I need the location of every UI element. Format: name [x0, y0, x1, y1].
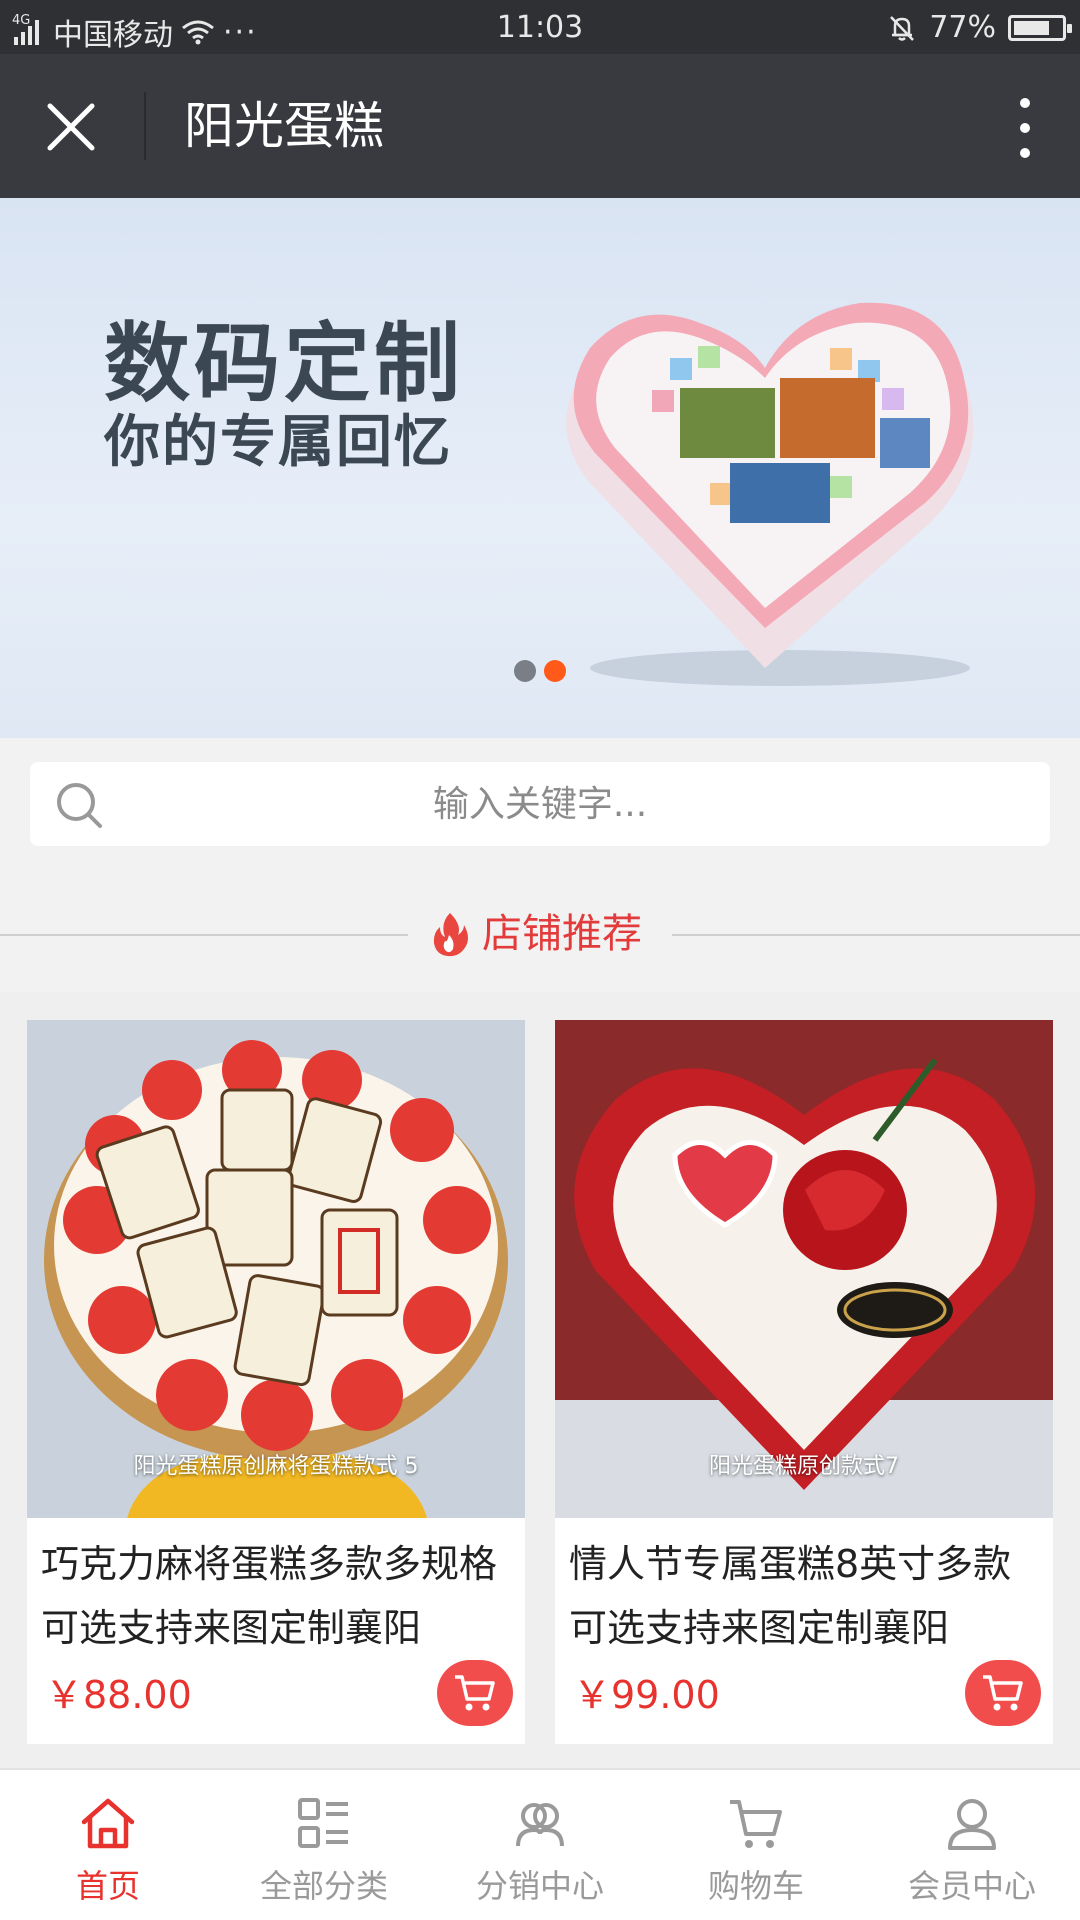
flame-icon [433, 913, 468, 957]
add-to-cart-button[interactable] [437, 1660, 513, 1726]
battery-fill [1014, 20, 1050, 35]
rose-heart-cake-photo [555, 1020, 1053, 1518]
silent-bell-icon [890, 15, 915, 41]
battery-icon [1008, 14, 1072, 41]
banner-pagination [0, 660, 1080, 682]
nav-label: 全部分类 [259, 1867, 388, 1905]
nav-item-cart[interactable]: 购物车 [648, 1770, 864, 1920]
banner-dot-active[interactable] [544, 660, 566, 682]
banner-carousel[interactable]: 数码定制 你的专属回忆 [0, 198, 1080, 738]
banner-subheadline: 你的专属回忆 [104, 410, 452, 475]
search-area [0, 738, 1080, 868]
section-divider-left [0, 934, 408, 936]
product-image[interactable]: 阳光蛋糕原创款式7 [555, 1020, 1053, 1518]
people-icon [516, 1803, 564, 1847]
image-caption: 阳光蛋糕原创款式7 [709, 1454, 899, 1479]
nav-label: 首页 [75, 1867, 140, 1905]
home-icon [81, 1798, 135, 1849]
banner-headline: 数码定制 [104, 314, 464, 414]
heart-cake-image [566, 302, 974, 686]
status-bar: 4G 中国移动 ··· 11:03 77% [0, 0, 1080, 54]
add-to-cart-button[interactable] [965, 1660, 1041, 1726]
product-grid: 阳光蛋糕原创麻将蛋糕款式 5 巧克力麻将蛋糕多款多规格可选支持来图定制襄阳 ￥8… [0, 992, 1080, 1768]
product-name[interactable]: 巧克力麻将蛋糕多款多规格可选支持来图定制襄阳 [41, 1532, 519, 1660]
cart-icon [730, 1800, 782, 1848]
title-divider [144, 92, 146, 160]
nav-label: 分销中心 [475, 1867, 604, 1905]
search-box[interactable] [30, 762, 1050, 846]
product-card[interactable]: 阳光蛋糕原创款式7 情人节专属蛋糕8英寸多款可选支持来图定制襄阳 ￥99.00 [555, 1020, 1053, 1744]
product-price: ￥88.00 [45, 1673, 192, 1717]
nav-item-home[interactable]: 首页 [0, 1770, 216, 1920]
mahjong-cake-photo [27, 1020, 525, 1518]
cart-icon [455, 1675, 495, 1711]
product-name[interactable]: 情人节专属蛋糕8英寸多款可选支持来图定制襄阳 [569, 1532, 1047, 1660]
product-price: ￥99.00 [573, 1673, 720, 1717]
section-title-group: 店铺推荐 [430, 904, 642, 964]
nav-label: 会员中心 [907, 1867, 1036, 1905]
cart-icon [983, 1675, 1023, 1711]
bottom-nav: 首页 全部分类 分销中心 购物车 会员中心 [0, 1768, 1080, 1920]
more-vertical-icon[interactable] [1010, 98, 1040, 158]
close-icon[interactable] [44, 100, 98, 154]
banner-dot[interactable] [514, 660, 536, 682]
category-list-icon [298, 1798, 348, 1848]
nav-item-distribution[interactable]: 分销中心 [432, 1770, 648, 1920]
section-divider-right [672, 934, 1080, 936]
image-caption: 阳光蛋糕原创麻将蛋糕款式 5 [133, 1454, 419, 1479]
nav-item-member[interactable]: 会员中心 [864, 1770, 1080, 1920]
section-header: 店铺推荐 [0, 868, 1080, 992]
title-bar: 阳光蛋糕 [0, 54, 1080, 198]
user-icon [948, 1799, 996, 1850]
product-image[interactable]: 阳光蛋糕原创麻将蛋糕款式 5 [27, 1020, 525, 1518]
page-title: 阳光蛋糕 [184, 97, 384, 155]
battery-percent: 77% [929, 10, 996, 45]
search-input[interactable] [30, 762, 1050, 846]
nav-item-categories[interactable]: 全部分类 [216, 1770, 432, 1920]
nav-label: 购物车 [707, 1867, 804, 1905]
status-right: 77% [887, 10, 1072, 45]
product-card[interactable]: 阳光蛋糕原创麻将蛋糕款式 5 巧克力麻将蛋糕多款多规格可选支持来图定制襄阳 ￥8… [27, 1020, 525, 1744]
section-title: 店铺推荐 [482, 911, 642, 957]
